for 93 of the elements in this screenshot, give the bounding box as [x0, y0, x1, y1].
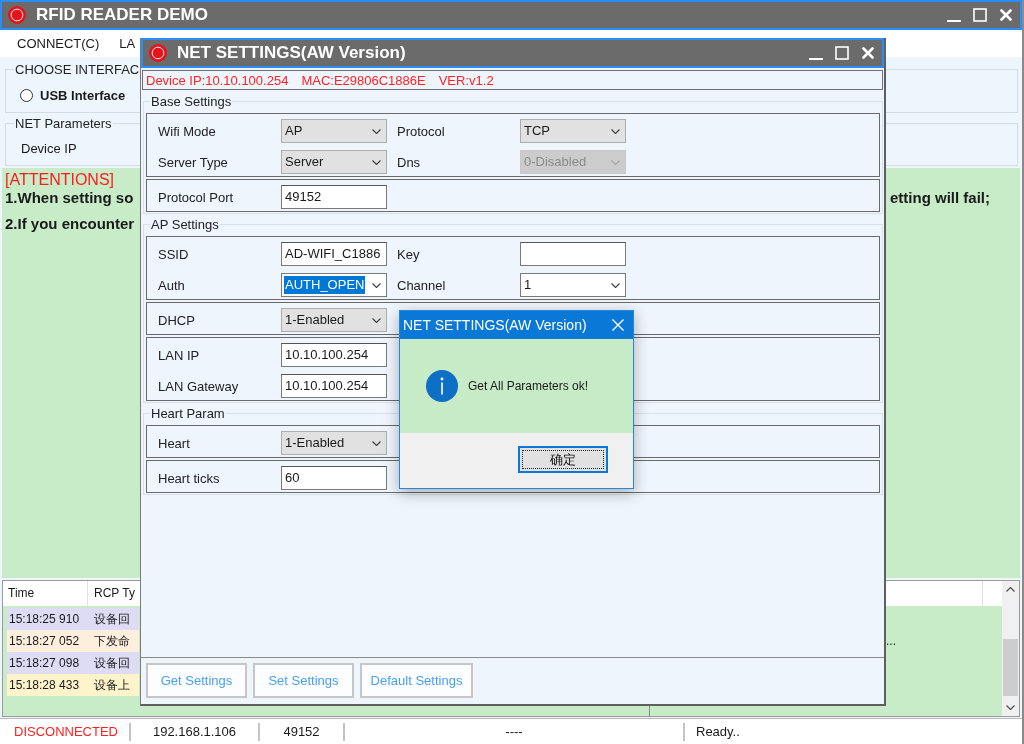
chevron-down-icon — [372, 440, 381, 446]
field-label: Device IP — [21, 141, 77, 156]
field-label: Wifi Mode — [158, 123, 217, 139]
maximize-icon — [835, 46, 849, 60]
log-row[interactable]: 15:18:28 433 设备上 — [7, 674, 139, 696]
status-text: 192.168.1.106 — [152, 724, 237, 739]
confirm-button[interactable]: 确定 — [518, 446, 608, 473]
field-label: Heart ticks — [158, 470, 221, 486]
option-label: USB Interface — [40, 87, 126, 103]
combo-box[interactable]: 1 — [520, 273, 626, 297]
message-text: Get All Parameters ok! — [468, 379, 589, 393]
minimize-icon — [947, 20, 961, 22]
chevron-down-icon — [372, 317, 381, 323]
input-field[interactable]: 60 — [281, 466, 387, 490]
window-title: NET SETTINGS(AW Version) — [177, 43, 406, 63]
table-cell-text: 设备上 — [93, 676, 130, 694]
scroll-up-icon[interactable] — [1006, 587, 1015, 592]
status-text: ---- — [505, 724, 523, 739]
menu-item[interactable]: LA — [119, 36, 136, 51]
status-text: Ready.. — [696, 724, 740, 739]
field-label: Key — [397, 246, 421, 262]
dropdown[interactable]: AP — [281, 119, 387, 143]
close-icon — [612, 319, 624, 331]
radio-button[interactable] — [20, 88, 33, 102]
attention-text: 1.When setting so — [5, 189, 134, 207]
table-cell-text: 15:18:25 910 — [8, 612, 81, 626]
field-label: SSID — [158, 246, 190, 262]
group-title: NET Parameters — [14, 116, 113, 131]
logo-icon — [8, 6, 26, 24]
maximize-button[interactable] — [970, 5, 990, 25]
input-field[interactable] — [520, 242, 626, 266]
table-cell-text: 15:18:27 098 — [8, 656, 81, 670]
field-label: Auth — [158, 277, 186, 293]
field-label: DHCP — [158, 312, 196, 328]
log-row[interactable]: 15:18:25 910 设备回 — [7, 608, 139, 630]
field-label: Protocol — [397, 123, 446, 139]
table-cell-text: 15:18:28 433 — [8, 678, 81, 692]
device-info-text: Device IP:10.10.100.254 — [146, 72, 289, 88]
log-row[interactable]: 15:18:27 052 下发命 — [7, 630, 139, 652]
dropdown[interactable]: Server — [281, 150, 387, 174]
field-label: Dns — [397, 154, 422, 170]
chevron-down-icon — [611, 282, 620, 288]
menu-item[interactable]: CONNECT(C) — [17, 36, 100, 51]
chevron-down-icon — [372, 128, 381, 134]
input-field[interactable]: 10.10.100.254 — [281, 374, 387, 398]
attention-text: 2.If you encounter — [5, 215, 135, 233]
maximize-button[interactable] — [832, 43, 852, 63]
group-title: CHOOSE INTERFAC — [14, 62, 141, 77]
section-title: Base Settings — [150, 94, 233, 110]
input-field[interactable]: 49152 — [281, 185, 387, 209]
log-row[interactable]: 15:18:27 098 设备回 — [7, 652, 139, 674]
input-field[interactable]: 10.10.100.254 — [281, 343, 387, 367]
attention-text: etting will fail; — [890, 189, 990, 207]
info-icon — [426, 370, 458, 402]
field-label: Channel — [397, 277, 447, 293]
dialog-title: NET SETTINGS(AW Version) — [403, 317, 587, 333]
chevron-down-icon — [611, 159, 620, 165]
field-label: LAN Gateway — [158, 378, 240, 394]
device-info-text: VER:v1.2 — [438, 72, 494, 88]
window-title: RFID READER DEMO — [36, 5, 208, 25]
table-cell-text: 设备回 — [93, 610, 130, 628]
table-cell-text: 15:18:27 052 — [8, 634, 81, 648]
scrollbar-thumb[interactable] — [1003, 639, 1018, 696]
table-cell-text: 设备回 — [93, 654, 130, 672]
scrollbar[interactable] — [1002, 581, 1019, 716]
section-title: AP Settings — [150, 217, 220, 233]
chevron-down-icon — [372, 282, 381, 288]
column-header: Time — [3, 581, 88, 606]
close-icon — [862, 47, 874, 59]
dropdown[interactable]: TCP — [520, 119, 626, 143]
status-text: DISCONNECTED — [14, 724, 118, 739]
logo-icon — [149, 44, 167, 62]
close-button[interactable] — [612, 319, 624, 331]
chevron-down-icon — [372, 159, 381, 165]
device-info-text: MAC:E29806C1886E — [301, 72, 426, 88]
field-label: LAN IP — [158, 347, 201, 363]
close-icon — [1000, 9, 1012, 21]
maximize-icon — [973, 8, 987, 22]
field-label: Server Type — [158, 154, 229, 170]
input-field[interactable]: AD-WIFI_C1886 — [281, 242, 387, 266]
dropdown[interactable]: 1-Enabled — [281, 308, 387, 332]
status-text: 49152 — [283, 724, 320, 739]
table-cell: ... — [886, 634, 896, 648]
minimize-icon — [809, 58, 823, 60]
combo-box[interactable]: AUTH_OPEN — [281, 273, 387, 297]
table-cell-text: 下发命 — [93, 632, 130, 650]
attention-heading: [ATTENTIONS] — [5, 170, 115, 189]
field-label: Heart — [158, 435, 191, 451]
dropdown[interactable]: 1-Enabled — [281, 431, 387, 455]
field-label: Protocol Port — [158, 189, 235, 205]
column-header: RCP Ty — [93, 585, 136, 602]
chevron-down-icon — [611, 128, 620, 134]
scroll-down-icon[interactable] — [1006, 705, 1015, 710]
